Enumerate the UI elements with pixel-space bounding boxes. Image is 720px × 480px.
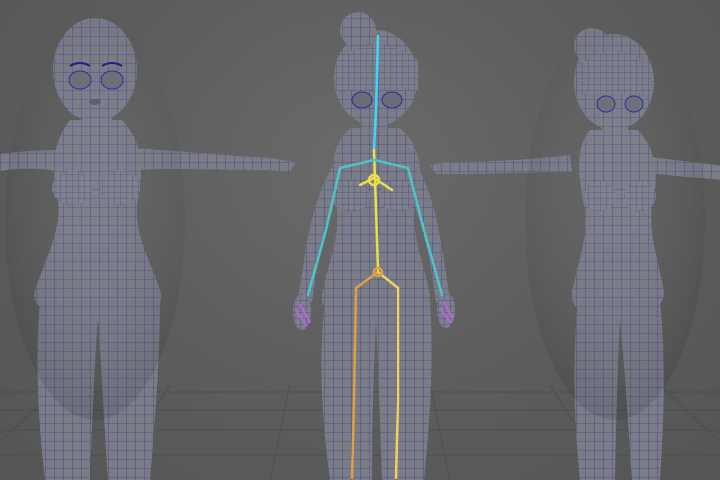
- mid-model-chest-l: [334, 180, 370, 212]
- mid-model-eye-l: [351, 91, 373, 109]
- mid-model-legs: [321, 300, 432, 480]
- 3d-viewport[interactable]: [0, 0, 720, 480]
- mid-model-hand-l: [437, 292, 455, 328]
- mid-model-hand-r: [293, 294, 311, 330]
- model-three-quarter-view[interactable]: [430, 20, 720, 480]
- mid-model-eye-r: [381, 91, 403, 109]
- viewport-canvas: [0, 12, 720, 480]
- mid-model-hair-bun: [340, 12, 376, 48]
